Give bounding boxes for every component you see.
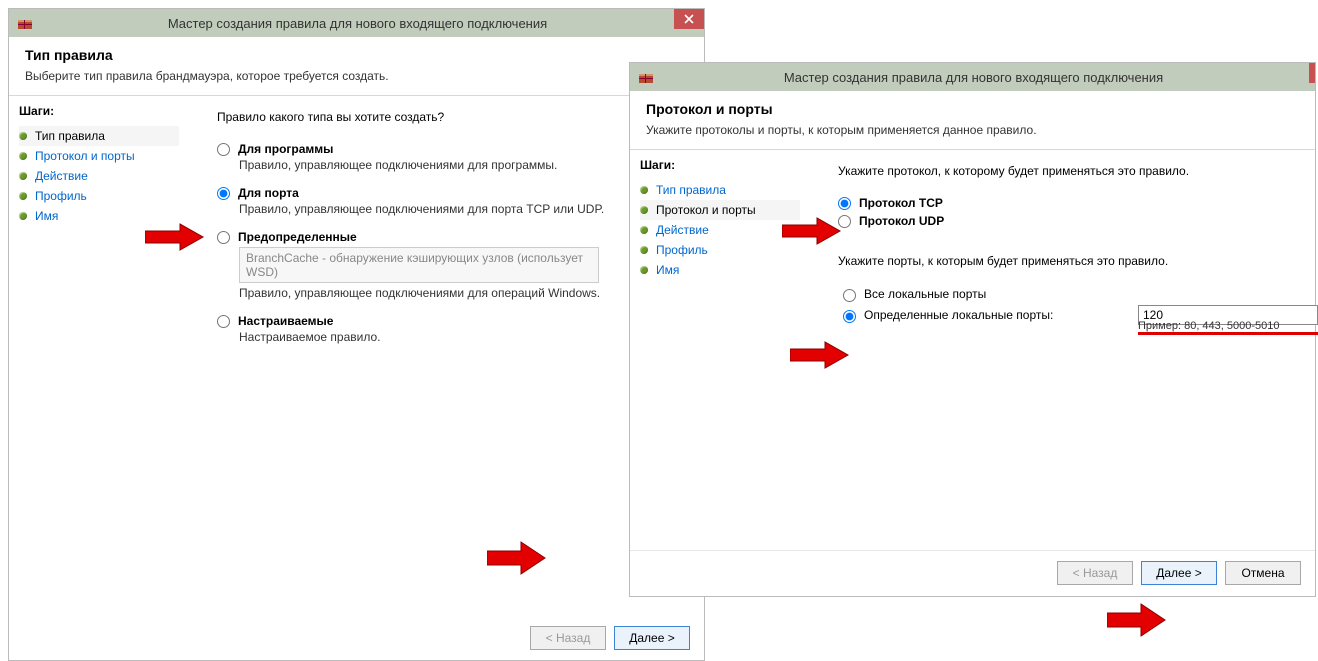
radio-port-label: Для порта: [238, 186, 299, 200]
radio-port-input[interactable]: [217, 187, 230, 200]
sidebar-step-protocol-ports[interactable]: Протокол и порты: [640, 200, 800, 220]
body: Шаги: Тип правила Протокол и порты Дейст…: [9, 96, 704, 536]
titlebar: Мастер создания правила для нового входя…: [9, 9, 704, 37]
ports-prompt: Укажите порты, к которым будет применять…: [838, 254, 1297, 268]
radio-predef[interactable]: Предопределенные: [217, 230, 686, 244]
radio-program-desc: Правило, управляющее подключениями для п…: [239, 158, 686, 172]
step-label: Профиль: [656, 243, 708, 257]
prompt-text: Правило какого типа вы хотите создать?: [217, 110, 686, 124]
steps-label: Шаги:: [19, 104, 179, 118]
sidebar-step-name[interactable]: Имя: [19, 206, 179, 226]
bullet-icon: [640, 246, 648, 254]
step-label: Действие: [656, 223, 709, 237]
radio-port-desc: Правило, управляющее подключениями для п…: [239, 202, 686, 216]
wizard-dialog-rule-type: Мастер создания правила для нового входя…: [8, 8, 705, 661]
page-subtitle: Выберите тип правила брандмауэра, которо…: [25, 69, 688, 83]
bullet-icon: [19, 212, 27, 220]
predef-select[interactable]: BranchCache - обнаружение кэширующих узл…: [239, 247, 599, 283]
bullet-icon: [640, 206, 648, 214]
sidebar-step-rule-type[interactable]: Тип правила: [19, 126, 179, 146]
back-button[interactable]: < Назад: [530, 626, 606, 650]
radio-specific-ports-label: Определенные локальные порты:: [864, 308, 1053, 322]
protocol-prompt: Укажите протокол, к которому будет приме…: [838, 164, 1297, 178]
radio-udp-label: Протокол UDP: [859, 214, 944, 228]
radio-custom-label: Настраиваемые: [238, 314, 333, 328]
radio-udp-input[interactable]: [838, 215, 851, 228]
sidebar: Шаги: Тип правила Протокол и порты Дейст…: [630, 150, 810, 550]
next-button[interactable]: Далее >: [1141, 561, 1217, 585]
page-title: Тип правила: [25, 47, 688, 63]
footer: < Назад Далее >: [9, 536, 704, 660]
sidebar-step-action[interactable]: Действие: [19, 166, 179, 186]
port-block: Все локальные порты Определенные локальн…: [838, 286, 1297, 323]
bullet-icon: [19, 152, 27, 160]
annotation-arrow-icon: [1107, 602, 1167, 638]
close-button[interactable]: [674, 9, 704, 29]
window-title: Мастер создания правила для нового входя…: [41, 16, 704, 31]
step-label: Имя: [656, 263, 679, 277]
radio-all-ports-label: Все локальные порты: [864, 287, 986, 301]
radio-program[interactable]: Для программы: [217, 142, 686, 156]
back-button[interactable]: < Назад: [1057, 561, 1133, 585]
sidebar-step-protocol-ports[interactable]: Протокол и порты: [19, 146, 179, 166]
radio-custom-input[interactable]: [217, 315, 230, 328]
content-pane: Укажите протокол, к которому будет приме…: [810, 150, 1315, 550]
radio-all-ports-input[interactable]: [843, 289, 856, 302]
radio-tcp-input[interactable]: [838, 197, 851, 210]
cancel-button[interactable]: Отмена: [1225, 561, 1301, 585]
bullet-icon: [19, 192, 27, 200]
radio-predef-input[interactable]: [217, 231, 230, 244]
sidebar-step-profile[interactable]: Профиль: [640, 240, 800, 260]
sidebar-step-action[interactable]: Действие: [640, 220, 800, 240]
sidebar-step-profile[interactable]: Профиль: [19, 186, 179, 206]
firewall-icon: [17, 15, 33, 31]
close-button[interactable]: [1309, 63, 1315, 83]
radio-udp[interactable]: Протокол UDP: [838, 214, 1297, 228]
radio-predef-desc: Правило, управляющее подключениями для о…: [239, 286, 686, 300]
page-title: Протокол и порты: [646, 101, 1299, 117]
radio-all-ports[interactable]: Все локальные порты: [838, 286, 1297, 302]
sidebar-step-rule-type[interactable]: Тип правила: [640, 180, 800, 200]
sidebar: Шаги: Тип правила Протокол и порты Дейст…: [9, 96, 189, 536]
radio-program-label: Для программы: [238, 142, 333, 156]
step-label: Тип правила: [656, 183, 726, 197]
firewall-icon: [638, 69, 654, 85]
bullet-icon: [19, 172, 27, 180]
wizard-dialog-protocol-ports: Мастер создания правила для нового входя…: [629, 62, 1316, 597]
next-button[interactable]: Далее >: [614, 626, 690, 650]
step-label: Имя: [35, 209, 58, 223]
radio-custom-desc: Настраиваемое правило.: [239, 330, 686, 344]
step-label: Профиль: [35, 189, 87, 203]
radio-predef-label: Предопределенные: [238, 230, 357, 244]
footer: < Назад Далее > Отмена: [630, 550, 1315, 596]
port-example: Пример: 80, 443, 5000-5010: [1138, 320, 1280, 332]
radio-tcp[interactable]: Протокол TCP: [838, 196, 1297, 210]
radio-port[interactable]: Для порта: [217, 186, 686, 200]
radio-specific-ports[interactable]: Определенные локальные порты: Пример: 80…: [838, 307, 1297, 323]
sidebar-step-name[interactable]: Имя: [640, 260, 800, 280]
header-pane: Протокол и порты Укажите протоколы и пор…: [630, 91, 1315, 150]
bullet-icon: [640, 226, 648, 234]
page-subtitle: Укажите протоколы и порты, к которым при…: [646, 123, 1299, 137]
radio-program-input[interactable]: [217, 143, 230, 156]
radio-specific-ports-input[interactable]: [843, 310, 856, 323]
body: Шаги: Тип правила Протокол и порты Дейст…: [630, 150, 1315, 550]
highlight-underline: [1138, 332, 1318, 335]
steps-label: Шаги:: [640, 158, 800, 172]
bullet-icon: [640, 186, 648, 194]
bullet-icon: [19, 132, 27, 140]
window-title: Мастер создания правила для нового входя…: [662, 70, 1315, 85]
step-label: Протокол и порты: [35, 149, 135, 163]
content-pane: Правило какого типа вы хотите создать? Д…: [189, 96, 704, 536]
radio-tcp-label: Протокол TCP: [859, 196, 943, 210]
radio-custom[interactable]: Настраиваемые: [217, 314, 686, 328]
step-label: Тип правила: [35, 129, 105, 143]
bullet-icon: [640, 266, 648, 274]
titlebar: Мастер создания правила для нового входя…: [630, 63, 1315, 91]
step-label: Протокол и порты: [656, 203, 756, 217]
header-pane: Тип правила Выберите тип правила брандма…: [9, 37, 704, 96]
step-label: Действие: [35, 169, 88, 183]
